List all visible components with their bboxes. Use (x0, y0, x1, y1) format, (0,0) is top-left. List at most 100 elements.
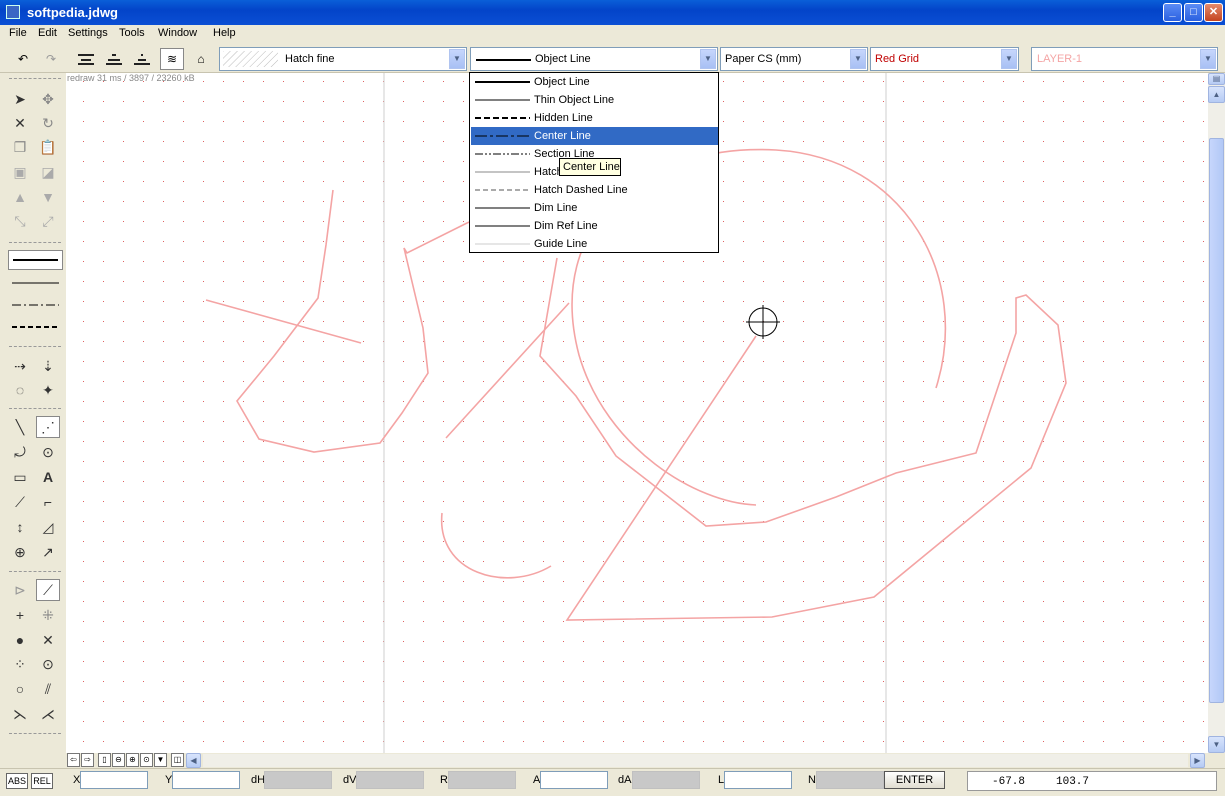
dim-vertical-icon[interactable]: ⇣ (36, 355, 60, 377)
select-arrow-icon[interactable]: ➤ (8, 88, 32, 110)
snap-mid-icon[interactable]: ⁘ (8, 653, 32, 675)
chevron-down-icon[interactable]: ▼ (700, 49, 716, 69)
zoom-fit-icon[interactable]: ⊙ (140, 753, 153, 767)
zoom-in-icon[interactable]: ⊕ (126, 753, 139, 767)
linetype-thick-button[interactable] (8, 250, 63, 270)
layer-shape-icon[interactable]: ⌂ (189, 48, 213, 70)
linetype-option-hatch-dashed-line[interactable]: Hatch Dashed Line (471, 181, 718, 199)
dv-field[interactable] (356, 771, 424, 789)
page-next-icon[interactable]: ⇨ (81, 753, 94, 767)
dim-radius-icon[interactable]: ◌ (8, 379, 32, 401)
text-tool-icon[interactable]: A (36, 466, 60, 488)
menu-tools[interactable]: Tools (119, 27, 145, 39)
copy-icon[interactable]: ❐ (8, 136, 32, 158)
linetype-thin-button[interactable] (8, 273, 63, 293)
line-tool-icon[interactable]: ╲ (8, 416, 32, 438)
scroll-up-icon[interactable]: ▲ (1208, 86, 1225, 103)
redo-icon[interactable]: ↷ (39, 48, 63, 70)
linetype-option-dim-line[interactable]: Dim Line (471, 199, 718, 217)
menu-edit[interactable]: Edit (38, 27, 57, 39)
vertical-scrollbar[interactable]: ▤ ▲ ▼ (1208, 73, 1225, 753)
r-field[interactable] (448, 771, 516, 789)
snap-end-icon[interactable]: ● (8, 629, 32, 651)
layer-combo[interactable]: LAYER-1 ▼ (1031, 47, 1218, 71)
menu-help[interactable]: Help (213, 27, 236, 39)
undo-icon[interactable]: ↶ (11, 48, 35, 70)
zoom-menu-icon[interactable]: ▼ (154, 753, 167, 767)
chevron-down-icon[interactable]: ▼ (1001, 49, 1017, 69)
diameter-tool-icon[interactable]: ⊕ (8, 541, 32, 563)
l-field[interactable] (724, 771, 792, 789)
dim-horizontal-icon[interactable]: ⇢ (8, 355, 32, 377)
rotate-select-icon[interactable]: ↻ (36, 112, 60, 134)
dim-center-icon[interactable]: ✦ (36, 379, 60, 401)
linetype-option-object-line[interactable]: Object Line (471, 73, 718, 91)
snap-grid-icon[interactable]: ⁜ (36, 604, 60, 626)
snap-parallel-icon[interactable]: ⫽ (36, 678, 60, 700)
chevron-down-icon[interactable]: ▼ (1200, 49, 1216, 69)
snap-nearest-icon[interactable]: ⋌ (36, 703, 60, 725)
hatch-combo[interactable]: Hatch fine ▼ (219, 47, 467, 71)
enter-button[interactable]: ENTER (884, 771, 945, 789)
linetype-center-button[interactable] (8, 295, 63, 315)
layers-icon[interactable]: ≋ (160, 48, 184, 70)
linetype-option-dim-ref-line[interactable]: Dim Ref Line (471, 217, 718, 235)
shrink-icon[interactable]: ⤡ (8, 210, 32, 232)
group-icon[interactable]: ▣ (8, 161, 32, 183)
linetype-option-thin-object-line[interactable]: Thin Object Line (471, 91, 718, 109)
snap-perpendicular-icon[interactable]: ⋋ (8, 703, 32, 725)
split-icon[interactable]: ▤ (1208, 73, 1225, 85)
snap-arrow-icon[interactable]: ⊳ (8, 579, 32, 601)
snap-line-icon[interactable]: ⟋ (36, 579, 60, 601)
y-field[interactable] (172, 771, 240, 789)
layer-stack-icon-2[interactable] (102, 48, 126, 70)
menu-file[interactable]: File (9, 27, 27, 39)
stack-down-icon[interactable]: ▼ (36, 186, 60, 208)
menu-window[interactable]: Window (158, 27, 197, 39)
circle-tool-icon[interactable]: ⊙ (36, 441, 60, 463)
close-button[interactable]: ✕ (1204, 3, 1223, 22)
zoom-out-icon[interactable]: ⊖ (112, 753, 125, 767)
x-field[interactable] (80, 771, 148, 789)
linetype-option-center-line[interactable]: Center Line (471, 127, 718, 145)
rel-toggle[interactable]: REL (31, 773, 53, 789)
page-icon[interactable]: ▯ (98, 753, 111, 767)
linetype-combo[interactable]: Object Line ▼ (470, 47, 718, 71)
move-select-icon[interactable]: ✥ (36, 88, 60, 110)
stack-up-icon[interactable]: ▲ (8, 186, 32, 208)
trim-tool-icon[interactable]: ⟋ (8, 491, 32, 513)
snap-tangent-icon[interactable]: ○ (8, 678, 32, 700)
layer-stack-icon-3[interactable] (130, 48, 154, 70)
minimize-button[interactable]: _ (1163, 3, 1182, 22)
scroll-thumb[interactable] (1209, 138, 1224, 703)
dimension-tool-icon[interactable]: ↕ (8, 516, 32, 538)
linetype-option-guide-line[interactable]: Guide Line (471, 235, 718, 253)
page-prev-icon[interactable]: ⇦ (67, 753, 80, 767)
view-toggle-icon[interactable]: ◫ (171, 753, 184, 767)
delete-icon[interactable]: ✕ (8, 112, 32, 134)
grid-combo[interactable]: Red Grid ▼ (870, 47, 1019, 71)
menu-settings[interactable]: Settings (68, 27, 108, 39)
a-field[interactable] (540, 771, 608, 789)
chevron-down-icon[interactable]: ▼ (449, 49, 465, 69)
coord-system-combo[interactable]: Paper CS (mm) ▼ (720, 47, 868, 71)
polyline-tool-icon[interactable]: ⋰ (36, 416, 60, 438)
snap-intersection-icon[interactable]: ✕ (36, 629, 60, 651)
ungroup-icon[interactable]: ◪ (36, 161, 60, 183)
horizontal-scroll-track[interactable] (203, 754, 1188, 767)
linetype-hidden-button[interactable] (8, 317, 63, 337)
scroll-right-icon[interactable]: ▶ (1190, 753, 1205, 768)
fillet-tool-icon[interactable]: ⌐ (36, 491, 60, 513)
snap-center-icon[interactable]: ⊙ (36, 653, 60, 675)
expand-icon[interactable]: ⤢ (36, 210, 60, 232)
chevron-down-icon[interactable]: ▼ (850, 49, 866, 69)
paste-icon[interactable]: 📋 (36, 136, 60, 158)
scroll-left-icon[interactable]: ◀ (186, 753, 201, 768)
rectangle-tool-icon[interactable]: ▭ (8, 466, 32, 488)
arc-tool-icon[interactable]: ⤾ (8, 441, 32, 463)
layer-stack-icon-1[interactable] (74, 48, 98, 70)
angle-tool-icon[interactable]: ◿ (36, 516, 60, 538)
dh-field[interactable] (264, 771, 332, 789)
snap-point-icon[interactable]: + (8, 604, 32, 626)
leader-tool-icon[interactable]: ↗ (36, 541, 60, 563)
